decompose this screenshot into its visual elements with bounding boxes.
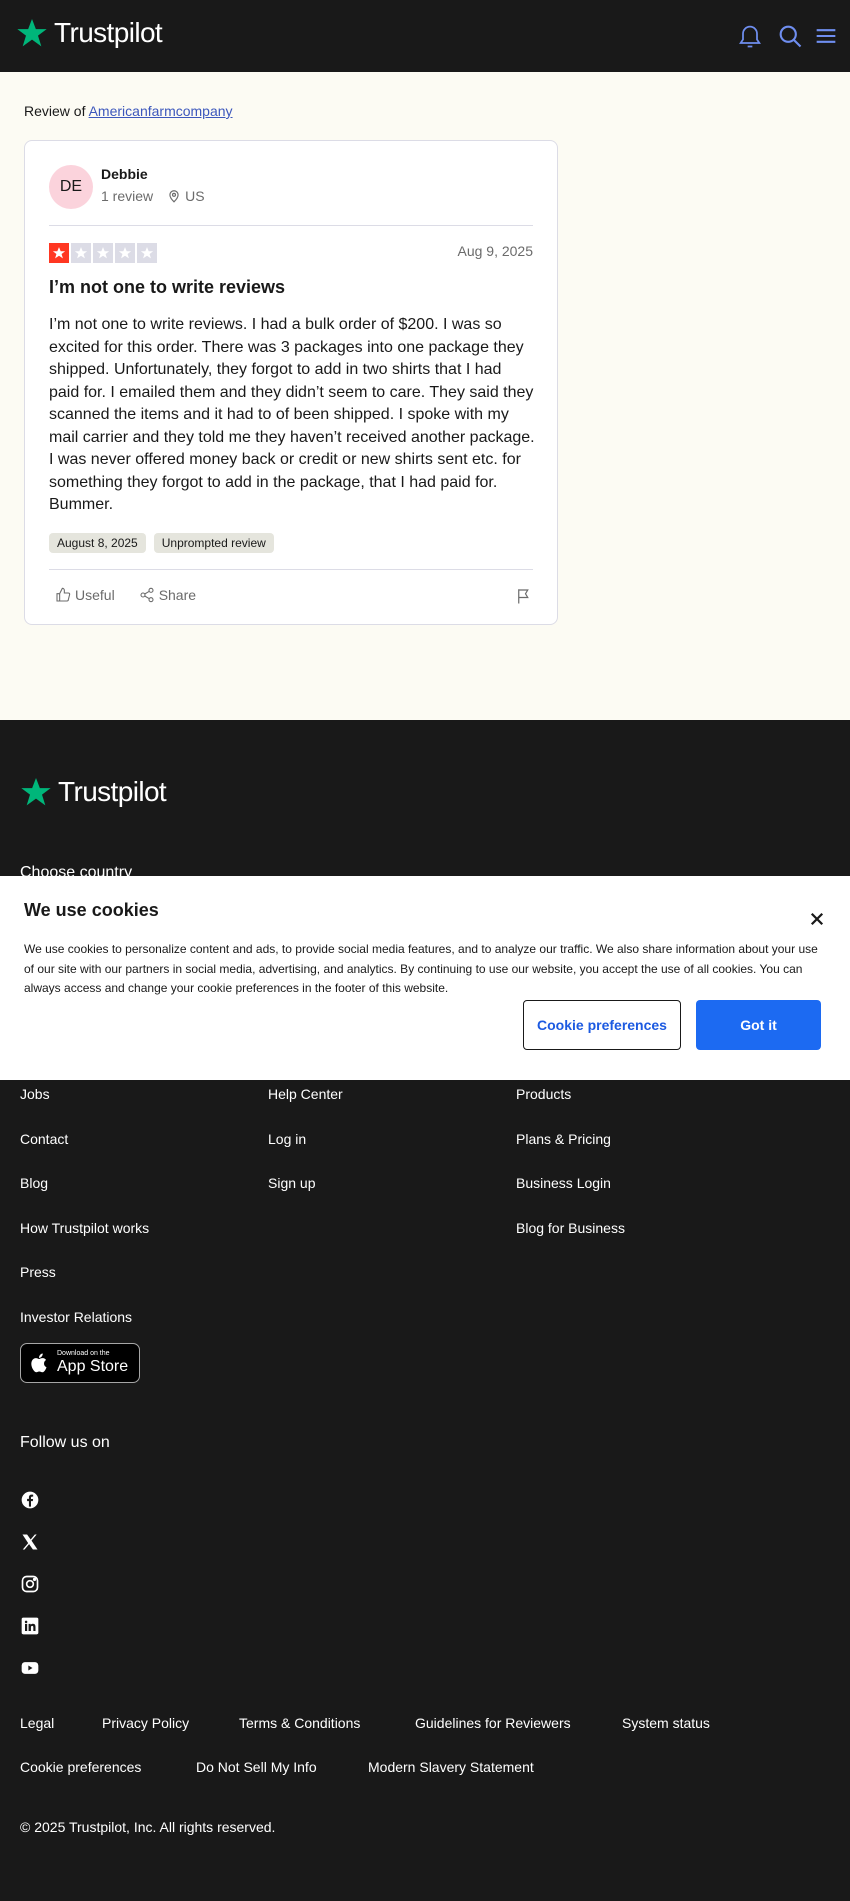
useful-button[interactable]: Useful — [55, 587, 115, 603]
footer-link[interactable]: How Trustpilot works — [20, 1220, 149, 1236]
star-logo-icon — [17, 19, 47, 47]
experience-date-badge: August 8, 2025 — [49, 533, 146, 553]
reviewer-location: US — [167, 188, 205, 204]
brand-wordmark: Trustpilot — [54, 17, 163, 48]
share-icon — [140, 587, 154, 603]
app-store-button[interactable]: Download on the App Store — [20, 1343, 140, 1383]
follow-us-label: Follow us on — [20, 1434, 110, 1451]
review-type-badge: Unprompted review — [153, 533, 274, 553]
footer-link[interactable]: Blog — [20, 1175, 48, 1191]
star-empty — [93, 243, 113, 263]
trustpilot-logo[interactable]: Trustpilot — [16, 17, 163, 49]
review-title[interactable]: I’m not one to write reviews — [49, 277, 285, 298]
legal-link[interactable]: Do Not Sell My Info — [196, 1759, 317, 1775]
instagram-icon[interactable] — [20, 1574, 40, 1594]
review-body: I’m not one to write reviews. I had a bu… — [49, 316, 535, 513]
star-rating — [49, 243, 157, 263]
reviewer-meta: 1 review US — [101, 188, 205, 204]
review-date: Aug 9, 2025 — [457, 243, 533, 259]
cookie-preferences-button[interactable]: Cookie preferences — [523, 1000, 681, 1050]
star-icon — [52, 247, 66, 259]
star-logo-icon — [21, 778, 51, 806]
footer-brand-wordmark: Trustpilot — [58, 776, 167, 807]
footer-link[interactable]: Blog for Business — [516, 1220, 625, 1236]
review-actions: Useful Share — [55, 587, 196, 603]
footer-link[interactable]: Investor Relations — [20, 1309, 132, 1325]
divider — [49, 225, 533, 226]
menu-icon[interactable] — [812, 22, 840, 50]
star-icon — [140, 247, 154, 259]
star-empty — [115, 243, 135, 263]
linkedin-icon[interactable] — [20, 1616, 40, 1636]
youtube-icon[interactable] — [20, 1658, 40, 1678]
footer-link[interactable]: Business Login — [516, 1175, 611, 1191]
review-of-line: Review of Americanfarmcompany — [24, 103, 233, 119]
review-chips: August 8, 2025 Unprompted review — [49, 533, 274, 553]
copyright: © 2025 Trustpilot, Inc. All rights reser… — [20, 1819, 276, 1835]
footer-trustpilot-logo[interactable]: Trustpilot — [20, 776, 167, 808]
footer-link[interactable]: Jobs — [20, 1086, 50, 1102]
footer-link[interactable]: Help Center — [268, 1086, 343, 1102]
reviewer-name[interactable]: Debbie — [101, 166, 148, 182]
footer-link[interactable]: Contact — [20, 1131, 68, 1147]
legal-link[interactable]: Legal — [20, 1715, 54, 1731]
x-icon[interactable] — [20, 1532, 40, 1552]
star-empty — [137, 243, 157, 263]
legal-link[interactable]: Guidelines for Reviewers — [415, 1715, 571, 1731]
apple-icon — [31, 1353, 47, 1373]
reviewer-country: US — [185, 188, 205, 204]
legal-link[interactable]: Terms & Conditions — [239, 1715, 360, 1731]
footer-link[interactable]: Press — [20, 1264, 56, 1280]
cookie-banner: We use cookies We use cookies to persona… — [0, 876, 850, 1080]
flag-icon[interactable] — [515, 587, 533, 605]
legal-link[interactable]: Modern Slavery Statement — [368, 1759, 534, 1775]
bell-icon[interactable] — [736, 22, 764, 50]
star-icon — [96, 247, 110, 259]
accept-cookies-button[interactable]: Got it — [696, 1000, 821, 1050]
footer-link[interactable]: Products — [516, 1086, 571, 1102]
company-link[interactable]: Americanfarmcompany — [89, 103, 233, 119]
avatar[interactable]: DE — [49, 165, 93, 209]
search-icon[interactable] — [776, 22, 804, 50]
legal-link[interactable]: Cookie preferences — [20, 1759, 141, 1775]
footer-link[interactable]: Sign up — [268, 1175, 315, 1191]
location-pin-icon — [169, 190, 179, 203]
thumbs-up-icon — [56, 587, 71, 602]
star-empty — [71, 243, 91, 263]
footer-link[interactable]: Log in — [268, 1131, 306, 1147]
review-of-label: Review of — [24, 103, 86, 119]
review-card: DE Debbie 1 review US Aug 9, 2025 I’m no… — [24, 140, 558, 625]
app-store-small-text: Download on the — [57, 1350, 110, 1357]
cookie-text: We use cookies to personalize content an… — [24, 942, 818, 995]
divider — [49, 569, 533, 570]
star-icon — [118, 247, 132, 259]
cookie-title: We use cookies — [24, 900, 159, 920]
facebook-icon[interactable] — [20, 1490, 40, 1510]
review-count: 1 review — [101, 188, 154, 204]
close-icon[interactable] — [808, 910, 826, 928]
share-button[interactable]: Share — [139, 587, 196, 603]
star-filled — [49, 243, 69, 263]
useful-label: Useful — [75, 587, 115, 603]
legal-link[interactable]: Privacy Policy — [102, 1715, 189, 1731]
legal-link[interactable]: System status — [622, 1715, 710, 1731]
footer-link[interactable]: Plans & Pricing — [516, 1131, 611, 1147]
top-header: Trustpilot — [0, 0, 850, 72]
star-icon — [74, 247, 88, 259]
app-store-big-text: App Store — [57, 1358, 129, 1375]
share-label: Share — [158, 587, 197, 603]
